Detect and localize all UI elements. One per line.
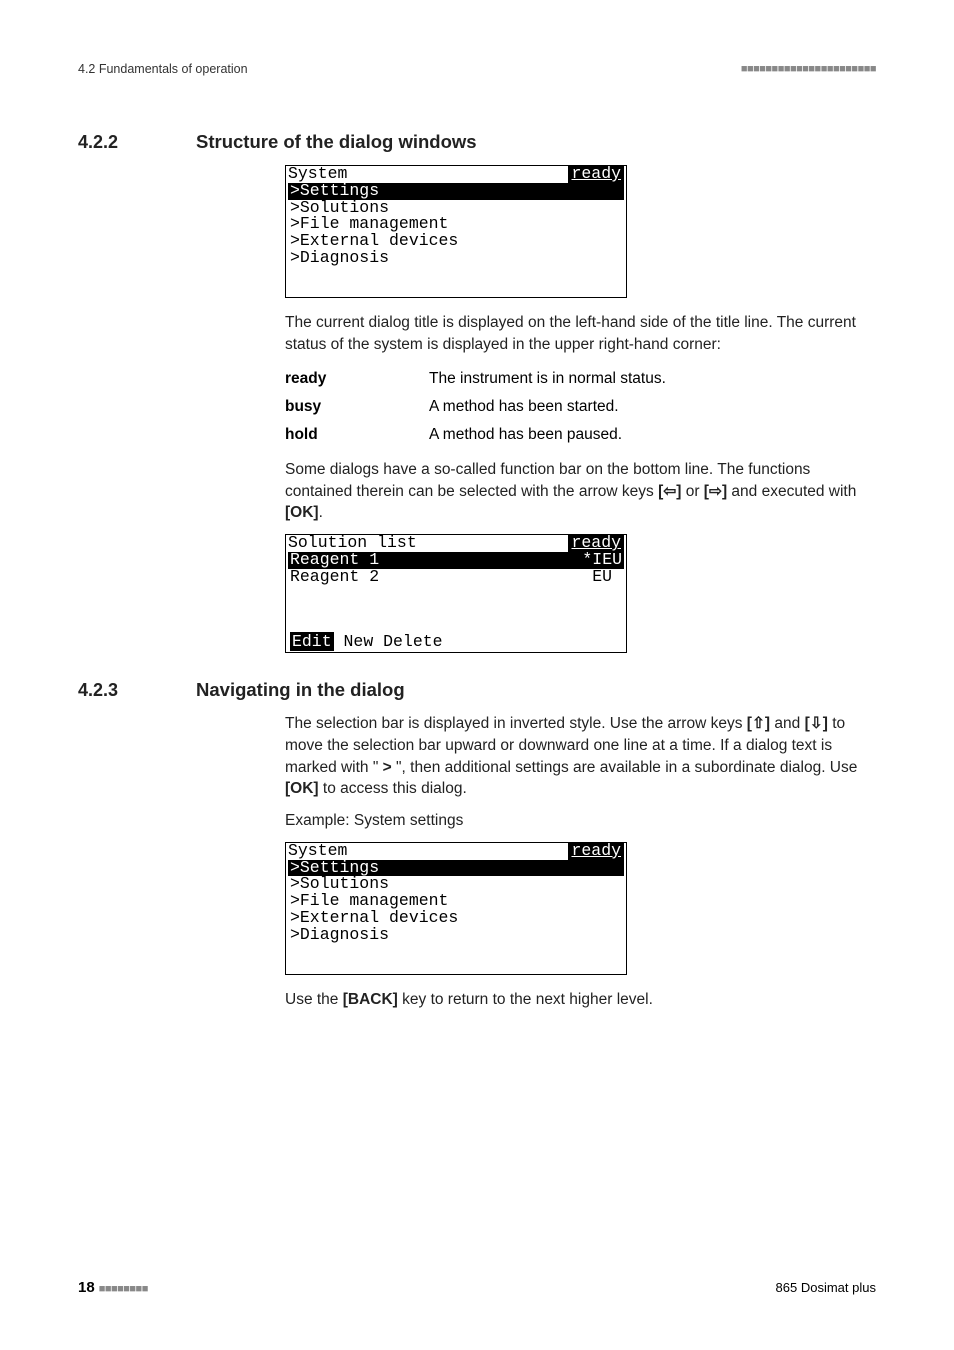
def-row: busy A method has been started. <box>285 393 876 421</box>
key-ok: [OK] <box>285 780 319 797</box>
paragraph: Use the [BACK] key to return to the next… <box>285 989 876 1011</box>
key-right-arrow: [⇨] <box>704 483 727 500</box>
paragraph: Some dialogs have a so-called function b… <box>285 459 876 524</box>
def-row: hold A method has been paused. <box>285 421 876 449</box>
example-label: Example: System settings <box>285 810 876 832</box>
header-divider: ■■■■■■■■■■■■■■■■■■■■■■ <box>741 63 876 75</box>
paragraph: The current dialog title is displayed on… <box>285 312 876 355</box>
key-down-arrow: [⇩] <box>805 715 828 732</box>
section-title: Navigating in the dialog <box>196 679 405 701</box>
gt-symbol: > <box>383 759 392 776</box>
section-4-2-3-heading: 4.2.3 Navigating in the dialog <box>78 679 876 701</box>
lcd-function-selected: Edit <box>290 632 334 651</box>
status-definitions: ready The instrument is in normal status… <box>285 365 876 449</box>
key-ok: [OK] <box>285 504 319 521</box>
lcd-system-dialog-1: System ready >Settings >Solutions >File … <box>285 165 627 298</box>
page-number: 18■■■■■■■■ <box>78 1279 148 1296</box>
page-footer: 18■■■■■■■■ 865 Dosimat plus <box>78 1279 876 1296</box>
section-4-2-2-heading: 4.2.2 Structure of the dialog windows <box>78 131 876 153</box>
paragraph: The selection bar is displayed in invert… <box>285 713 876 800</box>
lcd-menu-item: >Diagnosis <box>286 250 626 267</box>
section-title: Structure of the dialog windows <box>196 131 477 153</box>
header-section-path: 4.2 Fundamentals of operation <box>78 62 248 76</box>
key-back: [BACK] <box>343 991 398 1008</box>
key-up-arrow: [⇧] <box>747 715 770 732</box>
page-header: 4.2 Fundamentals of operation ■■■■■■■■■■… <box>78 62 876 76</box>
lcd-function-bar: Edit New Delete <box>286 634 626 653</box>
lcd-solution-list-dialog: Solution list ready Reagent 1*IEU Reagen… <box>285 534 627 653</box>
lcd-status: ready <box>568 166 624 183</box>
lcd-system-dialog-2: System ready >Settings >Solutions >File … <box>285 842 627 975</box>
key-left-arrow: [⇦] <box>658 483 681 500</box>
lcd-menu-item: >Diagnosis <box>286 927 626 944</box>
section-number: 4.2.3 <box>78 680 196 701</box>
lcd-status: ready <box>568 843 624 860</box>
lcd-list-item: Reagent 2EU <box>286 569 626 586</box>
def-row: ready The instrument is in normal status… <box>285 365 876 393</box>
section-number: 4.2.2 <box>78 132 196 153</box>
footer-product: 865 Dosimat plus <box>776 1280 876 1295</box>
